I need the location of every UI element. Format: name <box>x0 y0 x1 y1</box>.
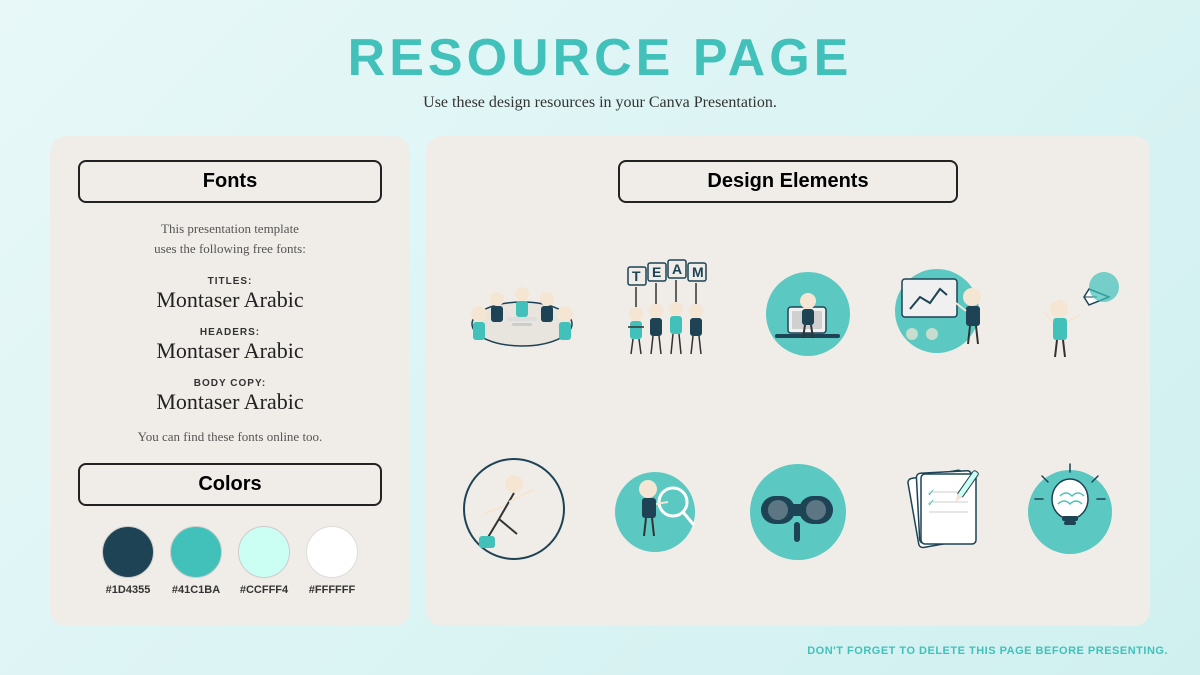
color-swatches: #1D4355 #41C1BA #CCFFF4 #FFFFFF <box>78 526 382 596</box>
swatch-dark-blue: #1D4355 <box>102 526 154 596</box>
font-name-headers: Montaser Arabic <box>78 338 382 364</box>
color-hex-white: #FFFFFF <box>309 584 355 596</box>
main-content: Fonts This presentation templateuses the… <box>50 136 1150 626</box>
illustration-presenter <box>882 259 1002 364</box>
fonts-description: This presentation templateuses the follo… <box>78 219 382 258</box>
illustration-paper-plane <box>1029 259 1119 364</box>
swatch-white: #FFFFFF <box>306 526 358 596</box>
color-hex-light-teal: #CCFFF4 <box>240 584 288 596</box>
color-circle-dark-blue <box>102 526 154 578</box>
color-circle-teal <box>170 526 222 578</box>
left-panel: Fonts This presentation templateuses the… <box>50 136 410 626</box>
font-label-headers: HEADERS: <box>78 327 382 338</box>
font-name-body: Montaser Arabic <box>78 389 382 415</box>
svg-text:M: M <box>692 264 704 280</box>
illustration-idea <box>1022 454 1117 564</box>
page-subtitle: Use these design resources in your Canva… <box>348 94 853 112</box>
illustrations-grid: T E A M <box>450 219 1126 602</box>
color-hex-dark-blue: #1D4355 <box>106 584 151 596</box>
font-entry-body: BODY COPY: Montaser Arabic <box>78 378 382 415</box>
svg-text:E: E <box>652 264 661 280</box>
illustration-telescope <box>733 454 863 564</box>
svg-text:T: T <box>632 268 641 284</box>
color-hex-teal: #41C1BA <box>172 584 220 596</box>
design-elements-badge: Design Elements <box>618 160 958 203</box>
illustrations-row-bottom: ✓ ✓ <box>450 417 1126 603</box>
illustration-notebook: ✓ ✓ <box>893 454 993 564</box>
right-panel: Design Elements <box>426 136 1150 626</box>
fonts-note: You can find these fonts online too. <box>78 429 382 445</box>
illustration-computer-user <box>760 259 855 364</box>
font-label-titles: TITLES: <box>78 276 382 287</box>
illustration-research <box>603 454 703 564</box>
illustration-team-letters: T E A M <box>614 259 734 364</box>
font-entry-headers: HEADERS: Montaser Arabic <box>78 327 382 364</box>
font-label-body: BODY COPY: <box>78 378 382 389</box>
illustration-team-meeting <box>457 259 587 364</box>
page-header: RESOURCE PAGE Use these design resources… <box>348 0 853 120</box>
colors-badge: Colors <box>78 463 382 506</box>
illustrations-row-top: T E A M <box>450 219 1126 405</box>
svg-text:A: A <box>672 261 682 277</box>
color-circle-white <box>306 526 358 578</box>
footer-note: DON'T FORGET TO DELETE THIS PAGE BEFORE … <box>807 645 1168 657</box>
page-title: RESOURCE PAGE <box>348 28 853 88</box>
font-entry-titles: TITLES: Montaser Arabic <box>78 276 382 313</box>
illustration-yoga <box>459 454 574 564</box>
swatch-teal: #41C1BA <box>170 526 222 596</box>
fonts-badge: Fonts <box>78 160 382 203</box>
swatch-light-teal: #CCFFF4 <box>238 526 290 596</box>
svg-text:✓: ✓ <box>927 498 935 509</box>
color-circle-light-teal <box>238 526 290 578</box>
font-name-titles: Montaser Arabic <box>78 287 382 313</box>
